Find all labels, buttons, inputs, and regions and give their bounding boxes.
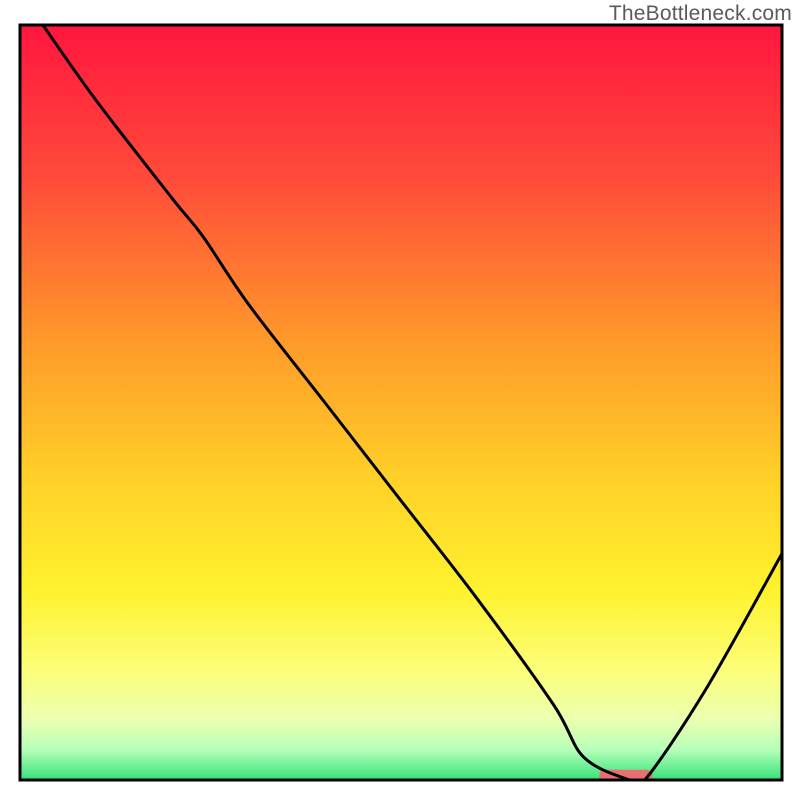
chart-container: { "watermark": "TheBottleneck.com", "cha… [0,0,800,800]
bottleneck-chart [0,0,800,800]
watermark-text: TheBottleneck.com [609,2,792,26]
gradient-background [20,25,782,780]
